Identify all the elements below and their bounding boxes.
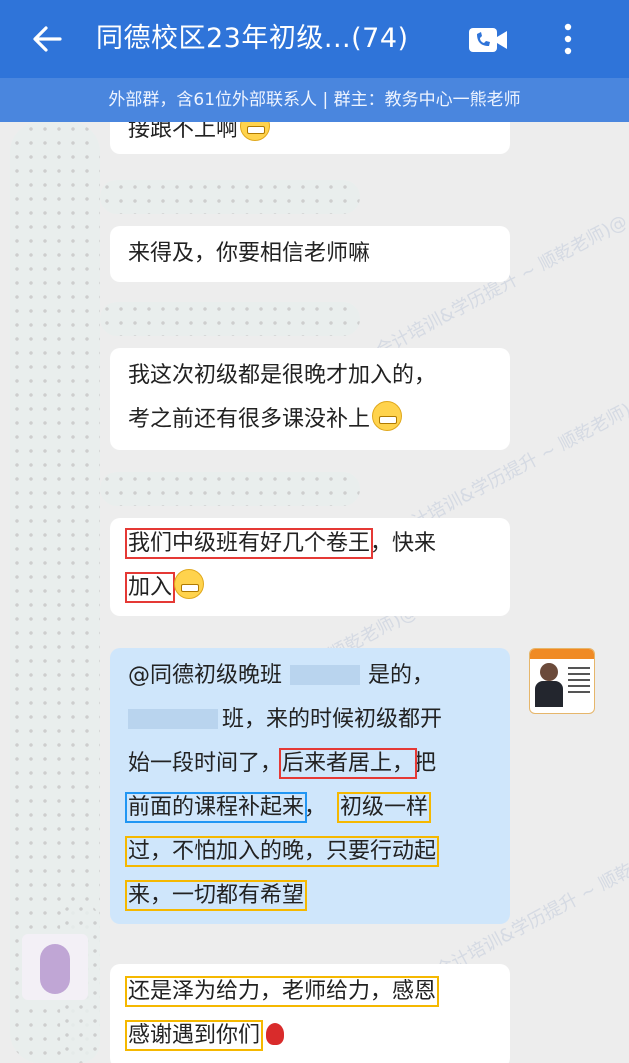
privacy-mask: [100, 302, 360, 336]
message-bubble[interactable]: 我们中级班有好几个卷王，快来 加入: [110, 518, 510, 616]
message-bubble[interactable]: 来得及，你要相信老师嘛: [110, 226, 510, 282]
mention-text[interactable]: @同德初级晚班: [128, 663, 282, 688]
grin-emoji-icon: [372, 401, 403, 431]
chat-title: 同德校区23年初级...(74): [96, 23, 409, 54]
highlight-text: 我们中级班有好几个卷王: [124, 528, 374, 559]
message-text: 把: [414, 751, 437, 776]
highlight-text: 来，一切都有希望: [124, 880, 308, 911]
sender-avatar[interactable]: [22, 934, 88, 1000]
message-text: 接跟不上啊: [128, 122, 239, 142]
message-text: 我这次初级都是很晚才加入的，: [128, 363, 437, 388]
video-call-icon[interactable]: [468, 26, 508, 54]
message-bubble[interactable]: 接跟不上啊: [110, 122, 510, 154]
message-text: 考之前还有很多课没补上: [128, 407, 371, 432]
highlight-text: 加入: [124, 572, 176, 603]
group-info-bar[interactable]: 外部群，含61位外部联系人 | 群主：教务中心一熊老师: [0, 78, 629, 122]
my-avatar[interactable]: [529, 648, 595, 714]
message-bubble[interactable]: 还是泽为给力，老师给力，感恩 感谢遇到你们: [110, 964, 510, 1063]
message-list[interactable]: 会计培训&学历提升 ~ 顺乾老师)@ 会计培训&学历提升 ~ 顺乾老师)@ 会计…: [0, 122, 629, 1063]
highlight-text: 前面的课程补起来: [124, 792, 308, 823]
avatar-text-block: [568, 667, 590, 697]
message-text: 始一段时间了，: [128, 751, 283, 776]
rose-emoji-icon: [266, 1023, 285, 1045]
smile-emoji-icon: [240, 122, 271, 141]
back-arrow-icon[interactable]: [30, 22, 64, 56]
highlight-text: 感谢遇到你们: [124, 1020, 264, 1051]
avatar-suit: [535, 681, 563, 707]
avatar-figure: [40, 944, 70, 994]
my-message-bubble[interactable]: @同德初级晚班 是的， 班，来的时候初级都开 始一段时间了，后来者居上，把 前面的…: [110, 648, 510, 924]
highlight-text: 还是泽为给力，老师给力，感恩: [124, 976, 440, 1007]
message-text: ，快来: [370, 531, 437, 556]
redacted-name: [290, 665, 361, 685]
avatar-person: [540, 663, 558, 681]
more-options-icon[interactable]: [556, 20, 580, 58]
avatar-banner: [530, 649, 594, 659]
message-text: 是的，: [368, 663, 435, 688]
highlight-text: 后来者居上，: [279, 748, 418, 779]
privacy-mask: [100, 180, 360, 214]
highlight-text: 过，不怕加入的晚，只要行动起: [124, 836, 440, 867]
highlight-text: 初级一样: [337, 792, 432, 823]
message-text: ，: [304, 795, 327, 820]
privacy-mask: [100, 472, 360, 506]
message-bubble[interactable]: 我这次初级都是很晚才加入的， 考之前还有很多课没补上: [110, 348, 510, 450]
message-text: 来得及，你要相信老师嘛: [128, 241, 371, 266]
message-text: 班，来的时候初级都开: [222, 707, 443, 732]
app-bar: 同德校区23年初级...(74): [0, 0, 629, 78]
redacted-name: [128, 709, 218, 729]
grin-emoji-icon: [174, 569, 205, 599]
